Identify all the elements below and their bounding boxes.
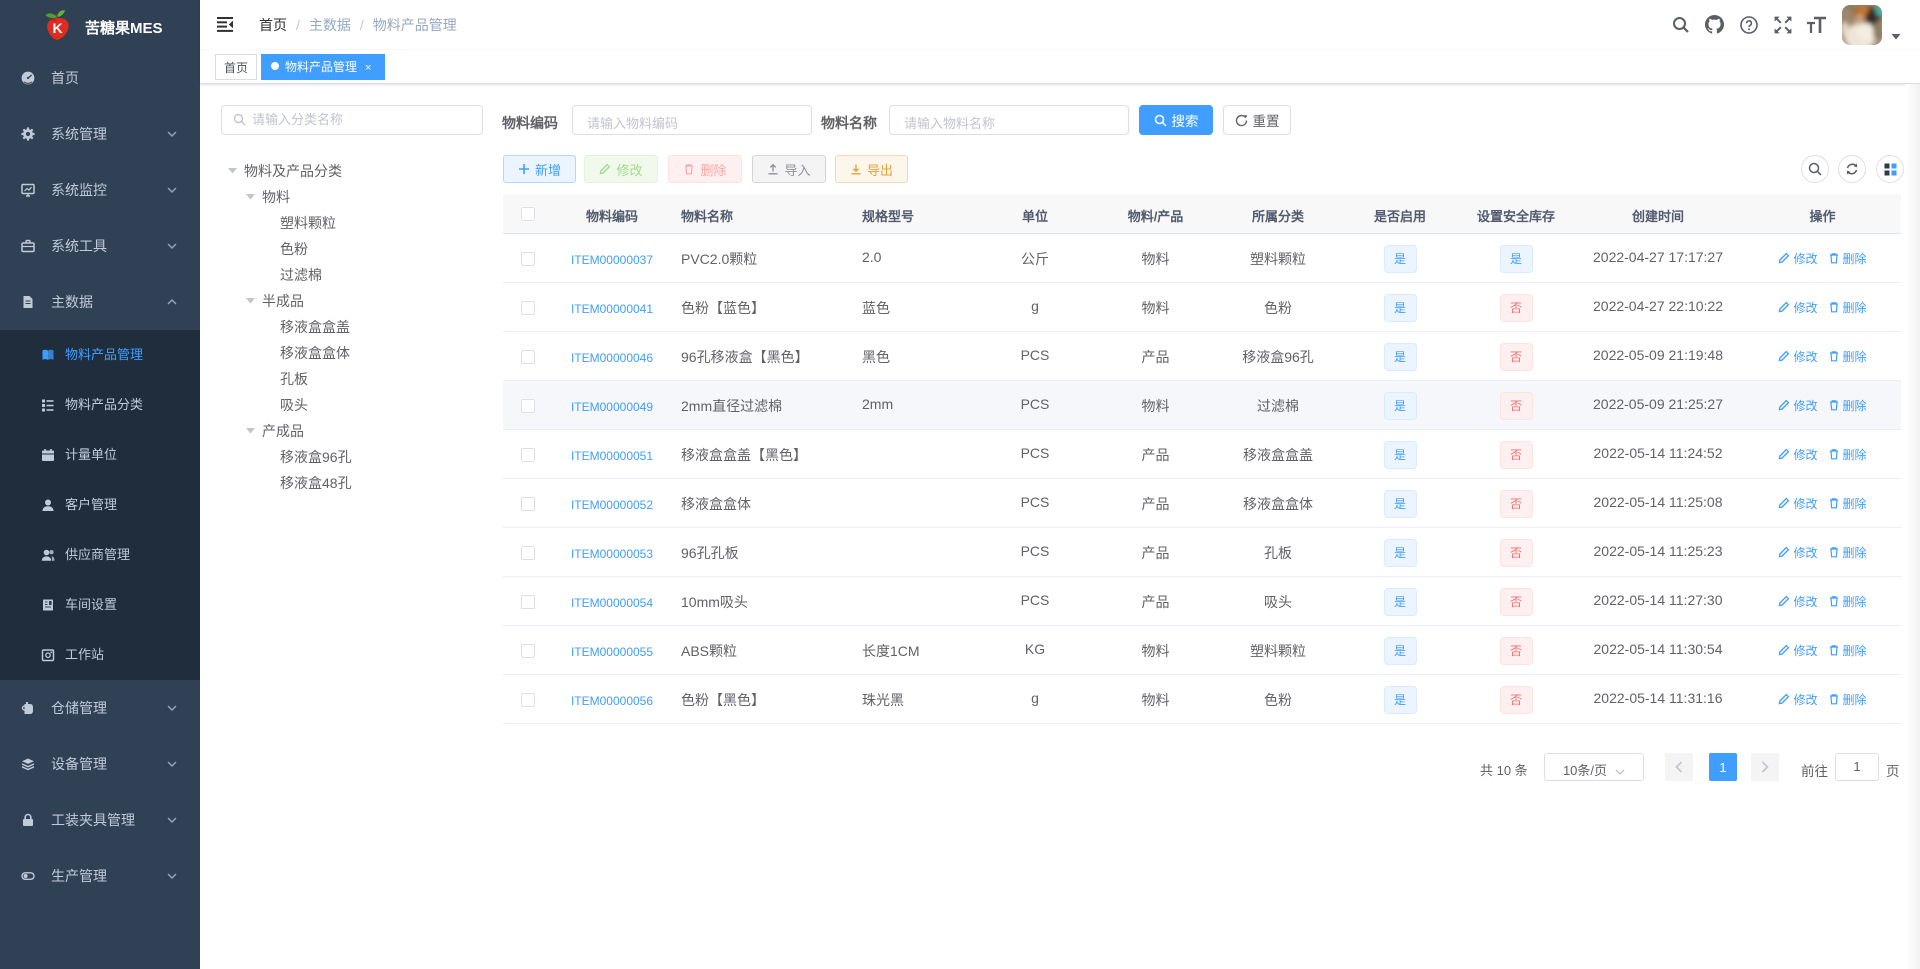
svg-text:K: K [52,20,62,36]
